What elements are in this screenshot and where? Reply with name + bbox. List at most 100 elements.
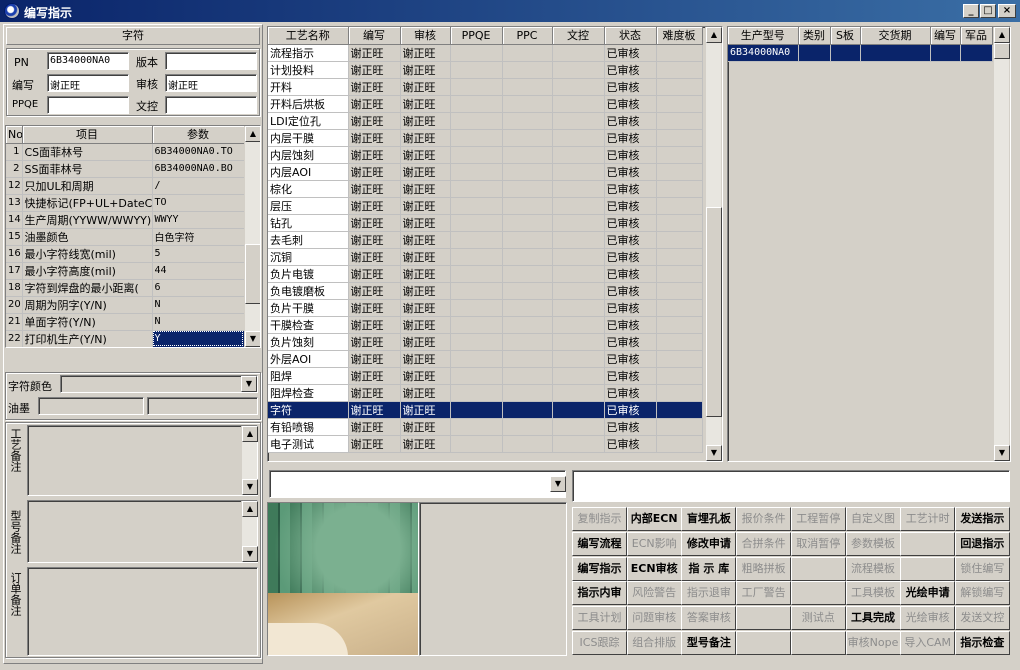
process-cell[interactable]: 负电镀磨板 [268,282,349,300]
process-col-header[interactable]: PPC [502,27,553,45]
process-cell[interactable] [552,95,605,113]
process-cell[interactable] [656,163,703,181]
params-cell[interactable]: Y [152,330,245,347]
process-cell[interactable]: 谢正旺 [400,367,451,385]
params-cell[interactable]: 20 [6,296,23,314]
process-cell[interactable] [552,248,605,266]
process-cell[interactable]: 已审核 [604,282,657,300]
action-button-17[interactable]: ECN审核 [626,556,682,581]
params-row[interactable]: 16 最小字符线宽(mil) 5 [6,245,245,263]
params-cell[interactable]: 14 [6,211,23,229]
params-cell[interactable]: 21 [6,313,23,331]
process-cell[interactable]: 已审核 [604,163,657,181]
action-button-26[interactable]: 指示退审 [681,581,737,606]
process-cell[interactable]: 谢正旺 [400,197,451,215]
minimize-button[interactable]: _ [963,4,979,18]
process-col-header[interactable]: 编写 [348,27,401,45]
ink-field-2[interactable] [147,397,258,415]
process-row[interactable]: LDI定位孔 谢正旺 谢正旺 已审核 [268,112,703,130]
char-color-dropdown[interactable]: ▼ [60,375,258,393]
process-cell[interactable]: 已审核 [604,61,657,79]
params-cell[interactable]: 快捷标记(FP+UL+DateCo [22,194,153,212]
action-button-47[interactable]: 指示检查 [954,631,1010,655]
action-button-23[interactable]: 锁住编写 [954,556,1010,581]
ink-field-1[interactable] [38,397,144,415]
process-row[interactable]: 开料后烘板 谢正旺 谢正旺 已审核 [268,95,703,113]
process-cell[interactable] [450,248,503,266]
process-cell[interactable] [450,265,503,283]
process-note-scrollbar[interactable]: ▲ ▼ [241,426,258,495]
process-cell[interactable] [656,129,703,147]
process-cell[interactable]: 谢正旺 [400,333,451,351]
process-cell[interactable]: 钻孔 [268,214,349,232]
process-cell[interactable] [656,384,703,402]
params-cell[interactable]: / [152,177,245,195]
process-cell[interactable]: 谢正旺 [400,350,451,368]
process-cell[interactable] [450,78,503,96]
ppqe-field[interactable] [47,96,129,114]
production-col-header[interactable]: 生产型号 [728,27,799,45]
action-button-6[interactable]: 工艺计时 [900,507,956,531]
process-cell[interactable]: 谢正旺 [400,180,451,198]
process-cell[interactable]: 阻焊 [268,367,349,385]
process-row[interactable]: 阻焊 谢正旺 谢正旺 已审核 [268,367,703,385]
process-cell[interactable] [502,44,553,62]
process-row[interactable]: 层压 谢正旺 谢正旺 已审核 [268,197,703,215]
process-cell[interactable]: 已审核 [604,44,657,62]
process-cell[interactable]: 谢正旺 [400,299,451,317]
scroll-thumb[interactable] [245,244,260,304]
process-cell[interactable]: 谢正旺 [348,350,401,368]
action-button-41[interactable]: 组合排版 [626,631,682,655]
params-grid[interactable]: No 项目 参数 1 CS面菲林号 6B34000NA0.TO 2 SS面菲林号 6B3400… [5,125,261,348]
production-grid[interactable]: 生产型号 类别 S板 交货期 编写 军品 6B34000NA0 ▲ ▼ [727,26,1011,462]
action-button-12[interactable]: 取消暂停 [790,531,846,556]
process-cell[interactable]: 层压 [268,197,349,215]
process-cell[interactable] [502,129,553,147]
pn-field[interactable]: 6B34000NA0 [47,52,129,70]
action-button-25[interactable]: 风险警告 [626,581,682,606]
process-col-header[interactable]: 审核 [400,27,451,45]
process-cell[interactable] [450,180,503,198]
scroll-up-icon[interactable]: ▲ [994,27,1010,43]
action-button-4[interactable]: 工程暂停 [790,507,846,531]
params-cell[interactable]: 只加UL和周期 [22,177,153,195]
params-cell[interactable]: 13 [6,194,23,212]
process-cell[interactable]: 谢正旺 [400,401,451,419]
params-cell[interactable]: 15 [6,228,23,246]
process-cell[interactable]: 内层干膜 [268,129,349,147]
process-cell[interactable] [502,248,553,266]
process-cell[interactable]: 谢正旺 [400,231,451,249]
production-col-header[interactable]: 交货期 [860,27,931,45]
process-cell[interactable] [450,350,503,368]
process-row[interactable]: 电子测试 谢正旺 谢正旺 已审核 [268,435,703,453]
action-button-5[interactable]: 自定义图 [845,507,901,531]
scroll-up-icon[interactable]: ▲ [242,501,258,517]
process-cell[interactable]: 开料 [268,78,349,96]
process-row[interactable]: 去毛刺 谢正旺 谢正旺 已审核 [268,231,703,249]
process-col-header[interactable]: 状态 [604,27,657,45]
process-cell[interactable] [450,367,503,385]
params-row[interactable]: 22 打印机生产(Y/N) Y [6,330,245,347]
process-cell[interactable]: 已审核 [604,112,657,130]
process-scrollbar[interactable]: ▲ ▼ [705,27,722,461]
params-cell[interactable]: N [152,296,245,314]
process-cell[interactable]: 谢正旺 [348,435,401,453]
process-cell[interactable]: 谢正旺 [348,44,401,62]
process-cell[interactable]: 谢正旺 [348,180,401,198]
process-cell[interactable]: 已审核 [604,316,657,334]
scroll-thumb[interactable] [706,207,722,417]
action-button-24[interactable]: 指示内审 [572,581,627,606]
action-button-36[interactable]: 测试点 [790,606,846,631]
action-button-43[interactable] [736,631,792,655]
process-cell[interactable] [656,418,703,436]
params-cell[interactable]: TO [152,194,245,212]
process-cell[interactable]: 谢正旺 [400,146,451,164]
action-button-21[interactable]: 流程模板 [845,556,901,581]
action-button-30[interactable]: 光绘申请 [900,581,956,606]
process-cell[interactable] [450,333,503,351]
writer-field[interactable]: 谢正旺 [47,74,129,92]
process-cell[interactable]: 谢正旺 [400,282,451,300]
params-row[interactable]: 20 周期为阴字(Y/N) N [6,296,245,314]
scroll-up-icon[interactable]: ▲ [242,426,258,442]
params-col-header[interactable]: 项目 [22,126,153,144]
